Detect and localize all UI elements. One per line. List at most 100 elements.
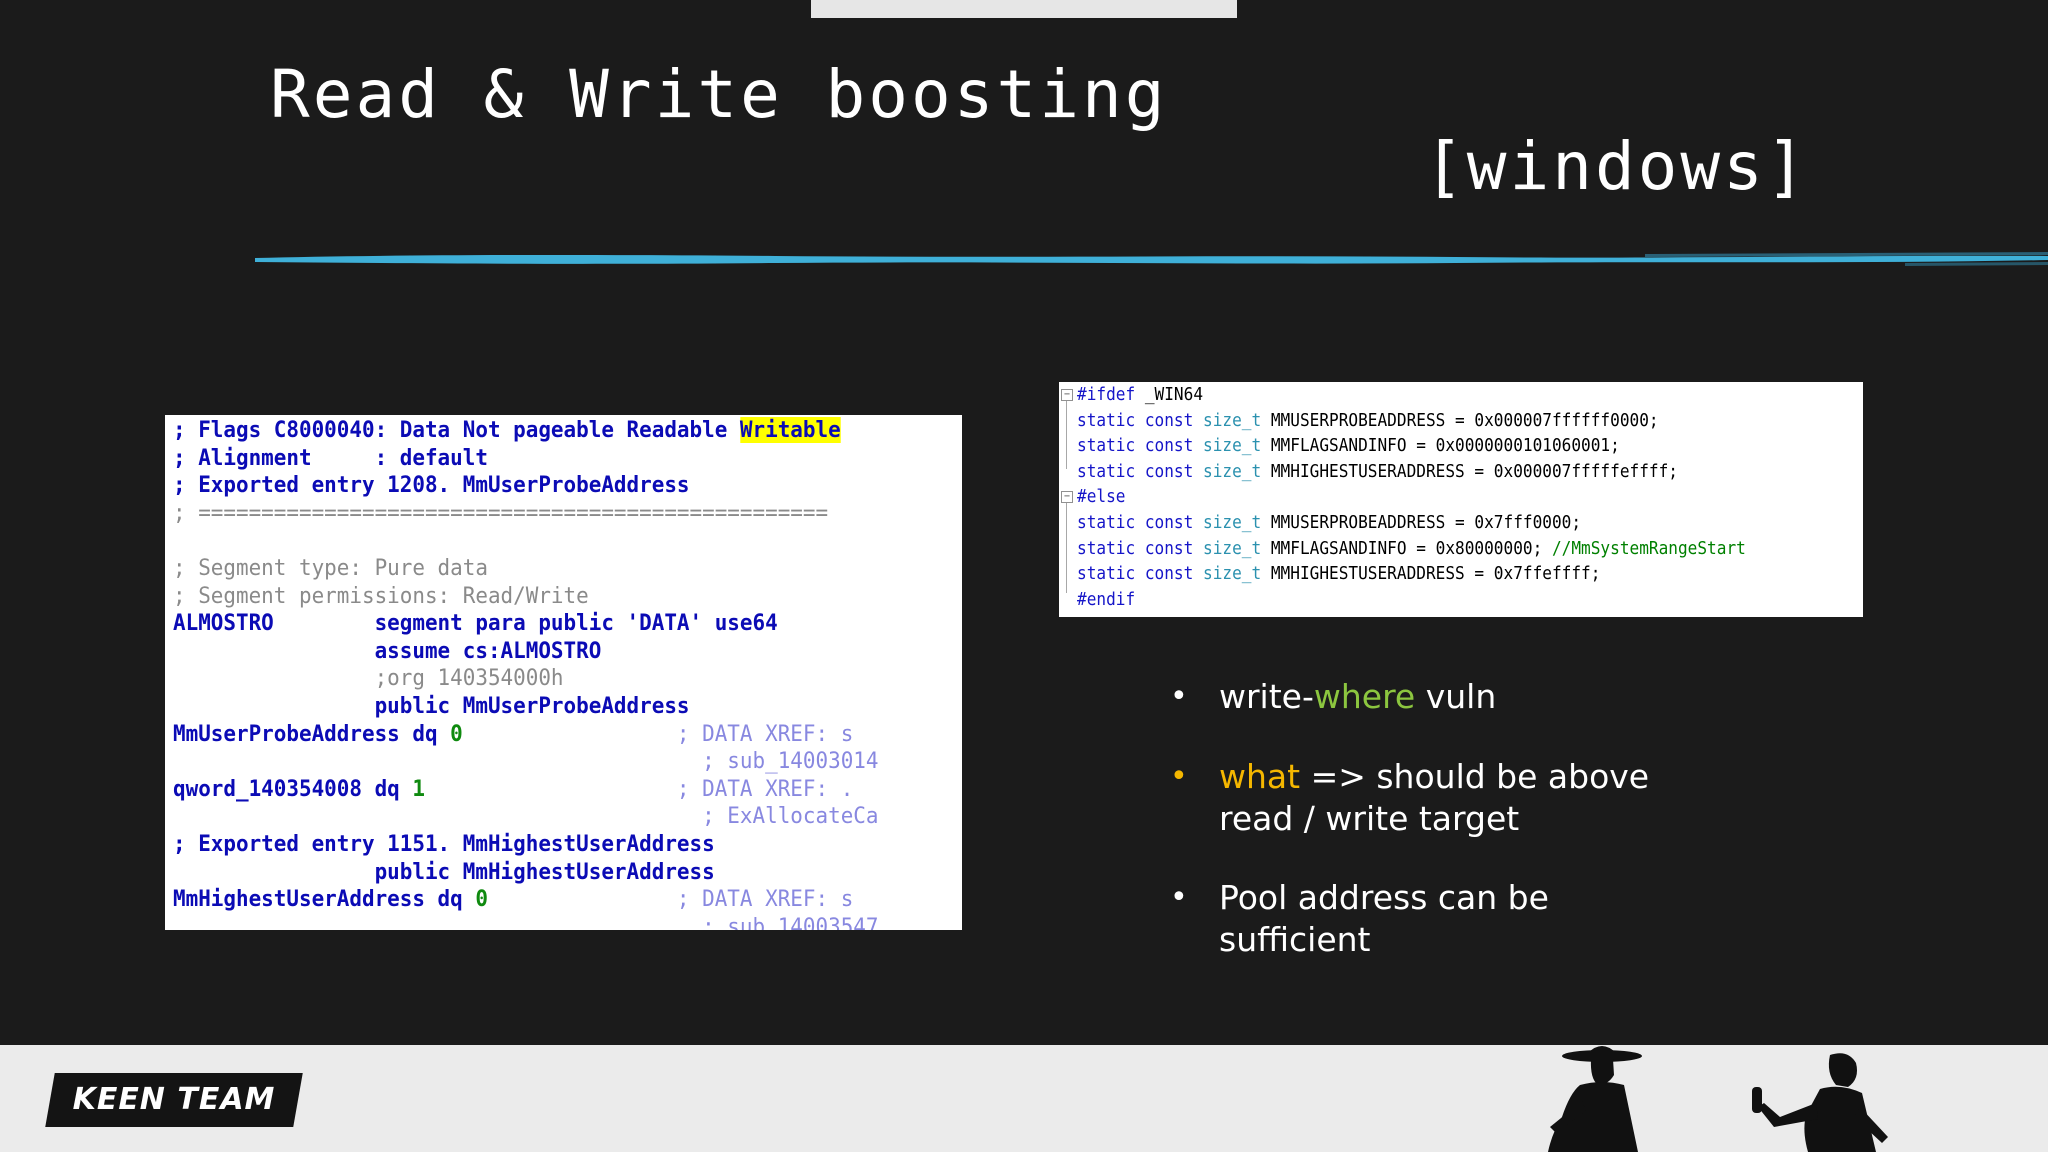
cpp-line: static const size_t MMHIGHESTUSERADDRESS… [1077,562,1600,588]
ida-token: ALMOSTRO segment para public 'DATA' use6… [173,610,778,637]
bullet-text: write-where vuln [1219,676,1689,718]
cpp-token: static const [1077,461,1204,482]
brush-stroke-divider [255,252,2048,266]
cpp-code-screenshot: − − #ifdef _WIN64 static const size_t MMU… [1059,382,1863,617]
ida-token: assume cs:ALMOSTRO [173,637,602,664]
cpp-token: MMUSERPROBEADDRESS = 0x7fff0000; [1261,513,1582,533]
ida-token: ; Alignment : default [173,444,488,471]
bullet-text-fragment: what [1219,757,1301,796]
ida-token: ; Segment permissions: Read/Write [173,582,589,609]
cpp-token: static const [1077,538,1204,559]
ida-line: ; Exported entry 1208. MmUserProbeAddres… [173,472,690,500]
cpp-line: static const size_t MMHIGHESTUSERADDRESS… [1077,460,1678,486]
cpp-token: #endif [1077,589,1136,610]
cpp-token: size_t [1203,513,1262,533]
ida-token: public MmHighestUserAddress [173,858,715,885]
ida-line: public MmHighestUserAddress [173,859,715,887]
cpp-token: static const [1077,410,1204,431]
cpp-token: _WIN64 [1135,385,1204,405]
logo-text: KEEN TEAM [72,1082,276,1117]
ida-line: ; Segment type: Pure data [173,555,488,583]
fold-guide-line [1066,501,1067,593]
ida-token: 0 [450,720,463,747]
ida-token: ; DATA XREF: . [424,775,854,802]
ida-token: ; DATA XREF: s [487,886,854,913]
fold-guide-line [1066,399,1067,469]
ida-token: ; DATA XREF: s [462,720,854,747]
cpp-token: size_t [1203,436,1262,457]
cpp-line: #ifdef _WIN64 [1077,383,1203,409]
collapse-ifdef-icon[interactable]: − [1061,389,1073,401]
bullet-text: what => should be above read / write tar… [1219,756,1689,840]
ida-token: ; ExAllocateCa [173,803,879,830]
ida-line: ; sub_14003547 [173,914,878,930]
cpp-line: static const size_t MMFLAGSANDINFO = 0x0… [1077,434,1620,460]
ida-token: ;org 140354000h [173,665,564,692]
ida-line: ; Exported entry 1151. MmHighestUserAddr… [173,831,715,859]
bullet-dot: • [1170,679,1188,714]
slide-title: Read & Write boosting [270,56,1168,133]
ida-token: ; sub_14003547 [173,913,879,930]
cpp-line: #endif [1077,588,1135,614]
ida-line: ; sub_14003014 [173,748,878,776]
bullet-dot: • [1170,759,1188,794]
ida-token: ; Exported entry 1151. MmHighestUserAddr… [173,831,715,857]
ida-line: ; ======================================… [173,500,828,528]
cpp-token: size_t [1203,564,1262,585]
cpp-line: static const size_t MMUSERPROBEADDRESS =… [1077,409,1659,435]
silhouettes-illustration [1548,1046,1888,1152]
cpp-line: static const size_t MMUSERPROBEADDRESS =… [1077,511,1581,537]
ida-token: ; Segment type: Pure data [173,555,488,581]
ida-token: 0 [475,886,488,913]
slide-subtitle: [windows] [1424,128,1809,205]
ida-line: public MmUserProbeAddress [173,693,690,721]
cpp-token: size_t [1203,461,1262,482]
ida-token: ; Exported entry 1208. MmUserProbeAddres… [173,472,690,499]
keen-team-logo: KEEN TEAM [45,1073,303,1127]
ida-token: ; ======================================… [173,499,829,526]
ida-token: MmHighestUserAddress dq [173,886,476,913]
cpp-token: static const [1077,513,1204,533]
cpp-token: MMHIGHESTUSERADDRESS = 0x7ffeffff; [1261,564,1601,585]
bullet-text-fragment: where [1313,677,1416,716]
cpp-token: MMUSERPROBEADDRESS = 0x000007ffffff0000; [1261,410,1659,431]
ida-line: ; Alignment : default [173,445,488,473]
ida-token: 1 [412,775,425,802]
cpp-token: MMFLAGSANDINFO = 0x80000000; [1261,538,1552,559]
cpp-token: //MmSystemRangeStart [1551,538,1746,559]
bullet-text-fragment: write- [1219,677,1314,716]
cpp-token: #ifdef [1077,385,1136,405]
ida-line: assume cs:ALMOSTRO [173,637,602,666]
ida-token: qword_140354008 dq [173,775,413,802]
cpp-token: MMHIGHESTUSERADDRESS = 0x000007fffffefff… [1261,461,1678,482]
cpp-token: size_t [1203,410,1262,431]
footer-bar: KEEN TEAM [0,1045,2048,1152]
ida-token: ; Flags C8000040: Data Not pageable Read… [173,417,740,443]
ida-disassembly-screenshot: ; Flags C8000040: Data Not pageable Read… [165,415,962,930]
collapse-else-icon[interactable]: − [1061,491,1073,503]
cpp-line: static const size_t MMFLAGSANDINFO = 0x8… [1077,537,1746,563]
cpp-token: static const [1077,564,1204,585]
cpp-line: #else [1077,485,1125,511]
ida-line: qword_140354008 dq 1 ; DATA XREF: . [173,776,853,804]
bullet-text-fragment: vuln [1415,677,1497,716]
cpp-token: size_t [1203,538,1262,559]
ida-token: ; sub_14003014 [173,748,879,775]
ida-line: ; Segment permissions: Read/Write [173,583,589,611]
cpp-token: MMFLAGSANDINFO = 0x0000000101060001; [1261,436,1620,457]
ida-line: ; ExAllocateCa [173,803,878,831]
ida-line: ALMOSTRO segment para public 'DATA' use6… [173,610,778,638]
ida-line: MmHighestUserAddress dq 0 ; DATA XREF: s [173,886,853,914]
bullet-text-fragment: Pool address can be sufficient [1219,878,1549,959]
ida-highlight-token: Writable [739,417,841,443]
cpp-token: #else [1077,487,1126,508]
ida-line: ;org 140354000h [173,665,564,693]
cpp-token: static const [1077,436,1204,457]
ida-token: MmUserProbeAddress dq [173,720,451,747]
ida-line: MmUserProbeAddress dq 0 ; DATA XREF: s [173,721,853,749]
ida-line: ; Flags C8000040: Data Not pageable Read… [173,417,841,445]
bullet-dot: • [1170,880,1188,915]
ida-token: public MmUserProbeAddress [173,693,690,719]
bullet-text: Pool address can be sufficient [1219,877,1689,961]
top-tab-strip [811,0,1237,18]
